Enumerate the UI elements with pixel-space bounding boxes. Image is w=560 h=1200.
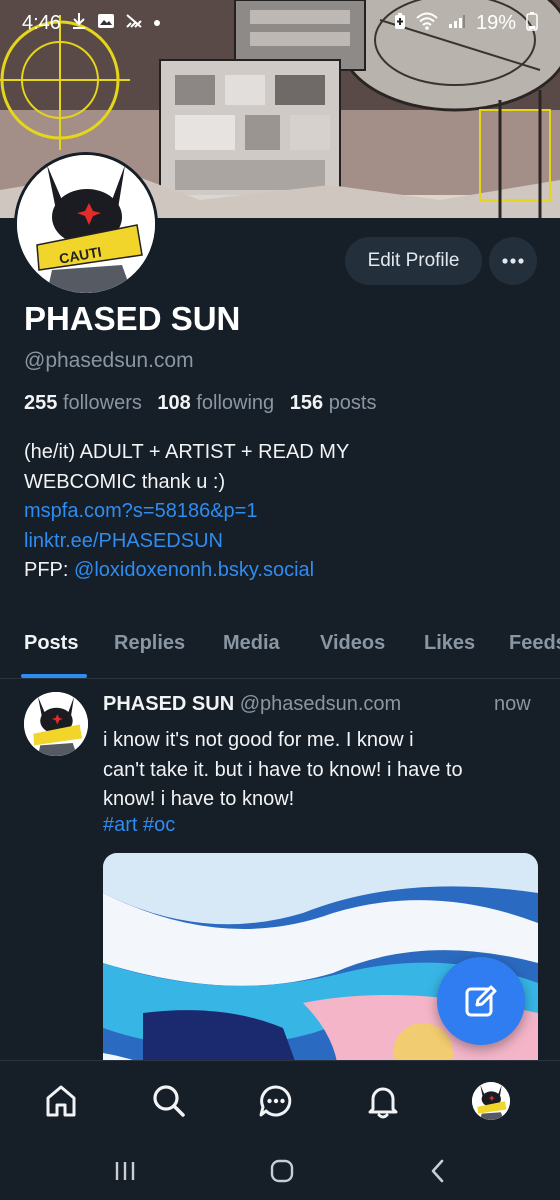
bio-pfp-credit: PFP: @loxidoxenonh.bsky.social <box>24 556 534 586</box>
pfp-prefix: PFP: <box>24 559 75 581</box>
download-icon <box>71 12 87 34</box>
tab-media[interactable]: Media <box>223 632 280 655</box>
bio-line: WEBCOMIC thank u :) <box>24 470 226 493</box>
compose-icon <box>465 985 497 1017</box>
search-icon <box>153 1085 185 1117</box>
followers-label: followers <box>62 392 142 414</box>
nav-chat[interactable] <box>256 1081 296 1121</box>
bio-link-mspfa[interactable]: mspfa.com?s=58186&p=1 <box>24 497 534 527</box>
profile-stats: 255 followers 108 following 156 posts <box>24 392 377 415</box>
following-count: 108 <box>157 392 191 414</box>
followers-stat[interactable]: 255 followers <box>24 392 142 414</box>
more-options-button[interactable] <box>489 237 537 285</box>
following-stat[interactable]: 108 following <box>157 392 274 414</box>
avatar-artwork: CAUTI <box>17 155 155 293</box>
ellipsis-icon <box>502 258 524 264</box>
status-time: 4:46 <box>22 11 61 34</box>
pfp-credit-link[interactable]: @loxidoxenonh.bsky.social <box>74 559 314 581</box>
tab-feeds[interactable]: Feeds <box>509 632 560 655</box>
post-text-line: i know it's not good for me. I know i <box>103 729 414 751</box>
system-navigation-bar <box>0 1142 560 1200</box>
tab-likes[interactable]: Likes <box>424 632 475 655</box>
bio-link-linktree[interactable]: linktr.ee/PHASEDSUN <box>24 527 534 557</box>
profile-handle: @phasedsun.com <box>24 349 194 372</box>
post-timestamp: now <box>494 693 531 715</box>
post-body: i know it's not good for me. I know i ca… <box>103 726 543 815</box>
home-rounded-square-icon <box>270 1159 294 1183</box>
recent-apps-button[interactable] <box>105 1154 145 1188</box>
active-tab-indicator <box>21 674 87 678</box>
tab-posts[interactable]: Posts <box>24 632 78 655</box>
posts-label: posts <box>328 392 377 414</box>
tab-videos[interactable]: Videos <box>320 632 385 655</box>
following-label: following <box>196 392 275 414</box>
nav-notifications[interactable] <box>363 1081 403 1121</box>
post-avatar-artwork <box>24 692 88 756</box>
nav-profile[interactable] <box>471 1081 511 1121</box>
post-author-handle[interactable]: @phasedsun.com <box>240 693 402 715</box>
profile-bio: (he/it) ADULT + ARTIST + READ MY WEBCOMI… <box>24 438 534 586</box>
nav-avatar-artwork <box>472 1082 510 1120</box>
tab-replies[interactable]: Replies <box>114 632 185 655</box>
recent-apps-icon <box>115 1162 135 1180</box>
image-icon <box>97 13 115 33</box>
bell-icon <box>368 1087 398 1119</box>
post-hashtags[interactable]: #art #oc <box>103 814 175 837</box>
home-system-button[interactable] <box>262 1154 302 1188</box>
post-author-avatar[interactable] <box>24 692 88 756</box>
dot-icon <box>153 15 161 31</box>
posts-stat: 156 posts <box>290 392 377 414</box>
post-header: PHASED SUN @phasedsun.com <box>103 693 401 716</box>
profile-avatar[interactable]: CAUTI <box>14 152 158 296</box>
profile-display-name: PHASED SUN <box>24 300 241 337</box>
battery-saver-icon <box>394 12 406 34</box>
edit-profile-button[interactable]: Edit Profile <box>345 237 482 285</box>
battery-icon <box>526 11 538 35</box>
back-system-button[interactable] <box>418 1154 458 1188</box>
post-author-name[interactable]: PHASED SUN <box>103 693 234 715</box>
bio-line: (he/it) ADULT + ARTIST + READ MY <box>24 441 350 463</box>
followers-count: 255 <box>24 392 58 414</box>
battery-percent: 19% <box>475 11 516 34</box>
nav-home[interactable] <box>41 1081 81 1121</box>
home-icon <box>46 1085 76 1117</box>
profile-tabs: Posts Replies Media Videos Likes Feeds <box>0 610 560 679</box>
cell-signal-icon <box>448 13 466 33</box>
posts-count: 156 <box>289 392 324 414</box>
bottom-navigation <box>0 1060 560 1143</box>
wifi-icon <box>416 12 438 34</box>
post-text-line: can't take it. but i have to know! i hav… <box>103 758 463 781</box>
signal-slash-icon <box>125 13 143 33</box>
back-chevron-icon <box>431 1159 444 1183</box>
nav-search[interactable] <box>149 1081 189 1121</box>
status-bar: 4:46 19% <box>0 0 560 46</box>
nav-profile-avatar <box>472 1082 510 1120</box>
chat-icon <box>259 1085 292 1117</box>
compose-post-button[interactable] <box>437 957 525 1045</box>
post-text-line: know! i have to know! <box>103 788 295 810</box>
